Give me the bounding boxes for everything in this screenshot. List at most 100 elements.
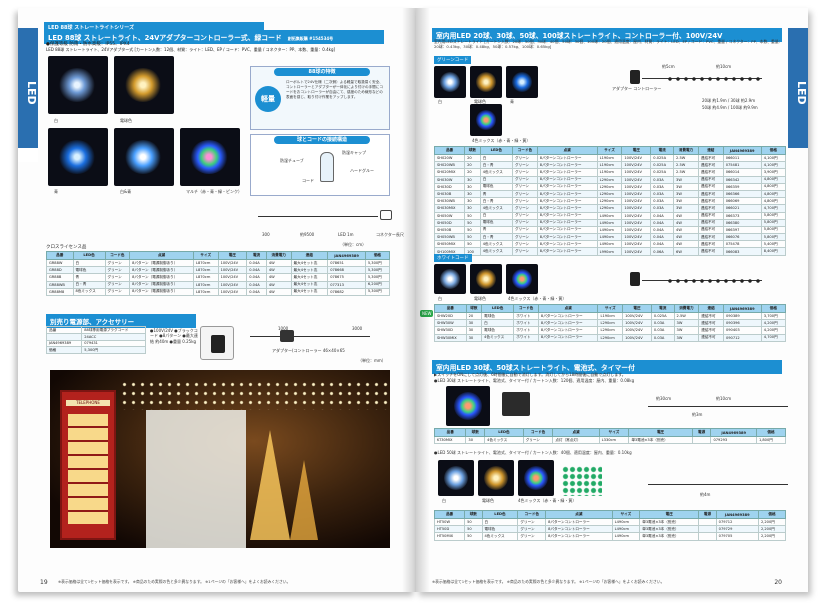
- table-cell: 連結不可: [697, 247, 724, 256]
- table-cell: 白: [479, 175, 513, 184]
- table-cell: SH030WB: [433, 197, 466, 206]
- table-cell: 8パターンコントローラー: [536, 153, 598, 163]
- table-cell: グリーン: [104, 287, 131, 296]
- table-cell: GR88B: [46, 273, 74, 282]
- table-cell: 090712: [722, 333, 762, 342]
- table-cell: 8パターンコントローラー: [536, 182, 598, 191]
- table-cell: グリーン: [104, 273, 131, 282]
- acc-dim-3000: 3000: [352, 326, 363, 331]
- table-cell: 2.5W: [673, 153, 699, 163]
- table-cell: 白・青: [479, 233, 513, 242]
- table-cell: 0.025A: [650, 161, 675, 170]
- table-cell: 連結不可: [698, 333, 724, 342]
- table-cell: GR88WB: [46, 280, 74, 289]
- table-cell: L290cm: [597, 333, 624, 342]
- table-cell: 連結不可: [697, 153, 724, 163]
- table-cell: 4,100円: [760, 161, 787, 170]
- table-cell: 0.04A: [650, 211, 675, 220]
- table-cell: 30: [465, 326, 483, 335]
- table-cell: 20: [465, 311, 483, 321]
- table-cell: SH030MIX: [433, 204, 466, 213]
- table-cell: SH020MIX: [433, 168, 466, 177]
- table-row: HT50D 50 電球色 グリーン 8パターンコントローラー L490cm 単3電池×3本（…: [433, 525, 787, 534]
- table-cell: 100V/24V: [621, 247, 652, 256]
- table-cell: 電球色: [479, 182, 513, 191]
- table-cell: 5,800円: [760, 211, 787, 220]
- table-row: SH020W 20 白グリーン 8パターンコントローラー L190cm 100V/24V 0…: [433, 153, 787, 163]
- table-cell: 2,200円: [757, 517, 787, 527]
- table-cell: グリーン: [511, 189, 538, 199]
- table-cell: 30: [465, 319, 483, 328]
- battery-50-body: HT50W 50 白グリーン 8パターンコントローラー L490cm 単3電池×3本（別売…: [433, 517, 787, 541]
- table-cell: 50: [464, 525, 483, 534]
- green-photo-warm: [470, 66, 502, 98]
- table-cell: L290cm: [596, 175, 623, 184]
- green-photo-white: [434, 66, 466, 98]
- side-tab-right: LED: [788, 28, 808, 148]
- table-cell: 8パターンコントローラー: [536, 189, 598, 199]
- table-cell: 066397: [722, 225, 762, 235]
- table-cell: 090396: [722, 319, 762, 328]
- table-cell: 30: [464, 197, 481, 206]
- table-cell: 2.5W: [673, 168, 699, 177]
- table-cell: 3W: [673, 182, 699, 191]
- table-cell: L190cm: [597, 311, 624, 321]
- table-cell: 8パターンコントローラー: [536, 247, 598, 256]
- table-cell: グリーン: [511, 175, 538, 184]
- table-cell: 0.04A: [246, 287, 267, 296]
- table-cell: 0.06A: [650, 247, 675, 256]
- string-lights: [120, 380, 390, 410]
- product-photo-warm: [114, 56, 174, 114]
- table-cell: 6W: [673, 247, 699, 256]
- table-cell: 4色ミックス: [481, 532, 519, 541]
- white-photo-warm: [470, 264, 502, 294]
- controller-icon: [630, 70, 640, 84]
- table-cell: SH050B: [433, 225, 466, 235]
- table-cell: ホワイト: [513, 311, 539, 321]
- table-cell: 075478: [722, 240, 762, 249]
- table-cell: SHW20D: [434, 311, 467, 321]
- acc-unit: （単位：mm）: [358, 358, 386, 363]
- battery-30-body: KT30MIX 30 4色ミックス グリーン 点灯（常点灯） L330cm 単3電池×3本（…: [433, 435, 787, 445]
- dim-label-9500: 約9500: [300, 232, 315, 237]
- table-cell: 4,700円: [760, 333, 787, 342]
- table-cell: KT30MIX: [433, 435, 467, 445]
- table-cell: 4W: [673, 233, 699, 242]
- table-cell: 4色ミックス: [484, 435, 524, 445]
- table-row: HT50MIX 50 4色ミックス グリーン 8パターンコントローラー L490cm 単3電…: [433, 532, 787, 541]
- table-cell: グリーン: [511, 204, 538, 213]
- table-cell: 0.04A: [650, 225, 675, 235]
- table-cell: HT50MIX: [433, 532, 466, 541]
- table-cell: 100V/24V: [217, 273, 248, 282]
- table-cell: SH050MIX: [433, 240, 466, 249]
- table-row: SH030D 30 電球色 グリーン 8パターンコントローラー L290cm 100V/24…: [433, 182, 787, 191]
- table-cell: 連結不可: [697, 182, 724, 191]
- table1-title: クロスライセンス品: [46, 245, 87, 250]
- table-cell: L290cm: [596, 204, 623, 213]
- building-wall: [146, 410, 246, 548]
- table-cell: SHW30D: [434, 326, 467, 335]
- page-number-right: 20: [774, 579, 782, 586]
- table-cell: 5,300円: [364, 258, 391, 268]
- table-cell: 3,900円: [760, 168, 787, 177]
- table-cell: 8パターン（電源制御あり）: [129, 280, 194, 289]
- table-row: HT50W 50 白グリーン 8パターンコントローラー L490cm 単3電池×3本（別売…: [433, 517, 787, 527]
- diagram-label-tube: 防湿チューブ: [280, 158, 304, 163]
- table-cell: 8パターンコントローラー: [545, 532, 613, 541]
- table-cell: 066021: [722, 204, 762, 213]
- table-cell: L190cm: [596, 161, 623, 170]
- table-cell: 単3電池×3本（別売）: [628, 435, 693, 445]
- product-photo-white-blue: [114, 128, 174, 186]
- table-row: SH100MIX 100 4色ミックス グリーン 8パターンコントローラー L990cm 1…: [433, 247, 787, 256]
- table-cell: グリーン: [511, 211, 538, 220]
- dim-unit: （単位：cm）: [340, 242, 367, 247]
- table-row: SH030W 30 白グリーン 8パターンコントローラー L290cm 100V/24V 0…: [433, 175, 787, 184]
- table-cell: グリーン: [511, 233, 538, 242]
- table-cell: 8パターンコントローラー: [536, 204, 598, 213]
- table-cell: 4色ミックス: [479, 168, 513, 177]
- table-cell: 066014: [722, 168, 762, 177]
- table-cell: 100V/24V: [621, 218, 652, 227]
- table-cell: 白: [72, 258, 106, 268]
- table-cell: 20: [464, 161, 481, 170]
- table-cell: 0.03A: [650, 333, 675, 342]
